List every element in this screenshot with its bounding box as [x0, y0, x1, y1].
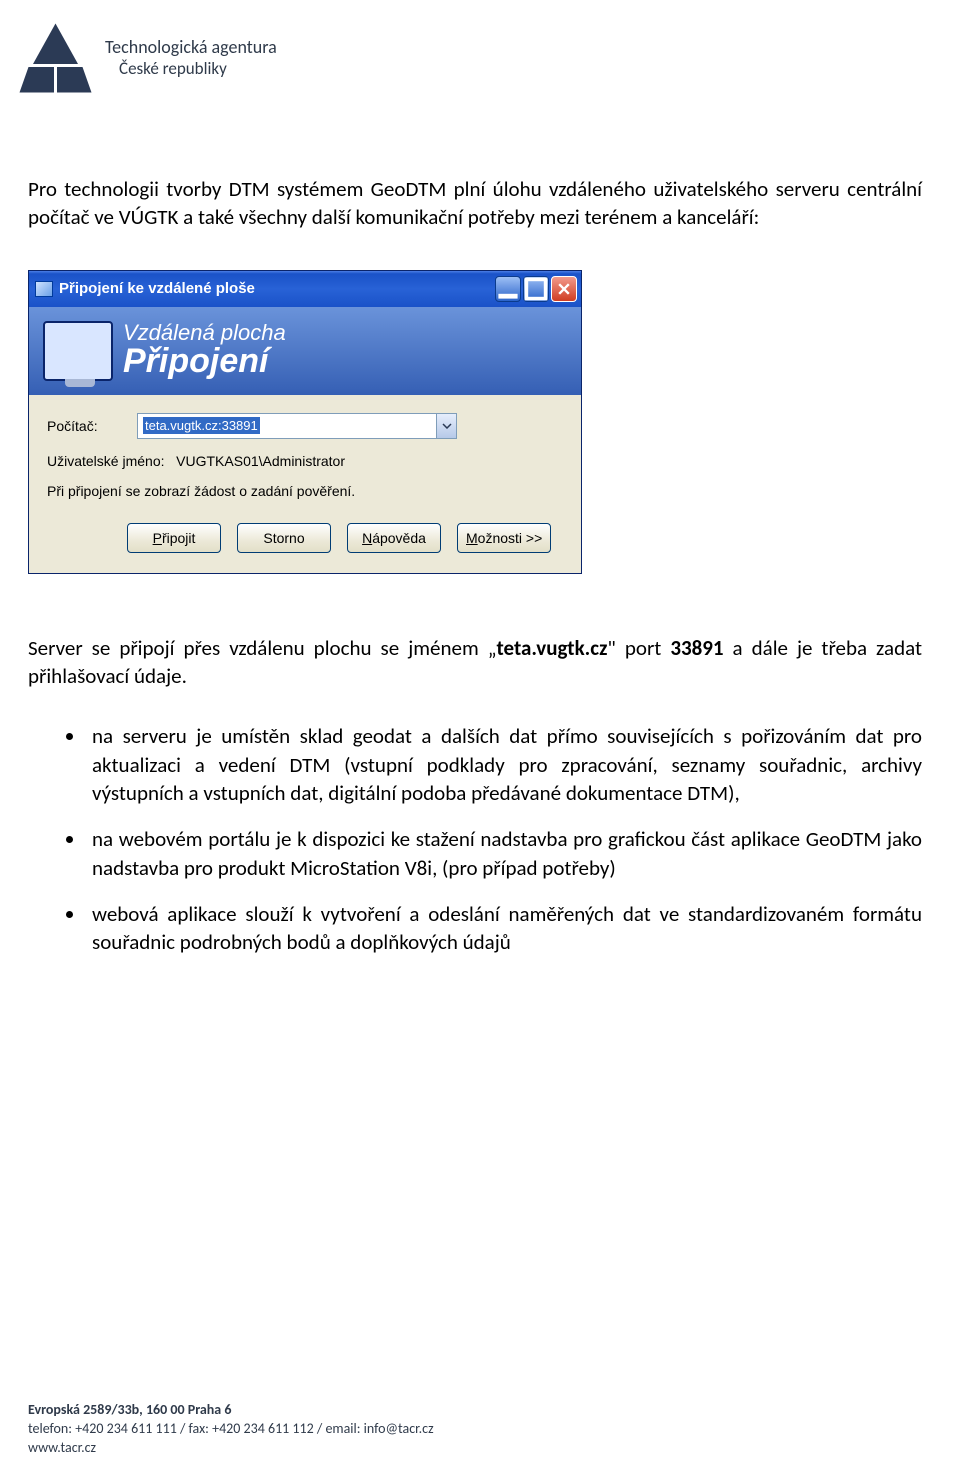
logo-line1: Technologická agentura — [105, 37, 277, 59]
options-button[interactable]: Možnosti >> — [457, 523, 551, 553]
help-button[interactable]: Nápověda — [347, 523, 441, 553]
bullet-list: na serveru je umístěn sklad geodat a dal… — [28, 722, 922, 956]
footer-web: www.tacr.cz — [28, 1439, 434, 1458]
close-button[interactable] — [551, 276, 577, 302]
monitor-icon — [43, 321, 113, 381]
rdp-dialog: Připojení ke vzdálené ploše Vzdálená plo… — [28, 270, 582, 574]
logo-text: Technologická agentura České republiky — [105, 37, 277, 79]
chevron-down-icon[interactable] — [436, 414, 456, 438]
options-label-rest: ožnosti >> — [478, 530, 543, 546]
banner-line2: Připojení — [123, 344, 286, 380]
credentials-note: Při připojení se zobrazí žádost o zadání… — [47, 483, 563, 499]
username-line: Uživatelské jméno: VUGTKAS01\Administrat… — [47, 453, 563, 469]
bullet-item: na serveru je umístěn sklad geodat a dal… — [86, 722, 922, 807]
connect-label-rest: řipojit — [162, 530, 195, 546]
server-connect-paragraph: Server se připojí přes vzdálenu plochu s… — [28, 634, 922, 691]
connect-button[interactable]: Připojit — [127, 523, 221, 553]
logo-icon — [18, 18, 93, 98]
banner-line1: Vzdálená plocha — [123, 321, 286, 344]
rdp-titlebar: Připojení ke vzdálené ploše — [29, 271, 581, 307]
maximize-button[interactable] — [523, 276, 549, 302]
computer-combobox[interactable]: teta.vugtk.cz:33891 — [137, 413, 457, 439]
minimize-button[interactable] — [495, 276, 521, 302]
rdp-app-icon — [35, 281, 53, 297]
computer-input-value: teta.vugtk.cz:33891 — [143, 417, 260, 434]
intro-paragraph: Pro technologii tvorby DTM systémem GeoD… — [28, 175, 922, 232]
bullet-item: webová aplikace slouží k vytvoření a ode… — [86, 900, 922, 957]
rdp-title: Připojení ke vzdálené ploše — [59, 280, 495, 297]
page-header: Technologická agentura České republiky — [18, 18, 277, 98]
help-label-rest: ápověda — [372, 530, 426, 546]
page-footer: Evropská 2589/33b, 160 00 Praha 6 telefo… — [28, 1401, 434, 1458]
footer-contact: telefon: +420 234 611 111 / fax: +420 23… — [28, 1420, 434, 1439]
username-value: VUGTKAS01\Administrator — [176, 453, 345, 469]
logo-line2: České republiky — [119, 59, 277, 79]
label-computer: Počítač: — [47, 418, 137, 434]
cancel-button[interactable]: Storno — [237, 523, 331, 553]
rdp-banner: Vzdálená plocha Připojení — [29, 307, 581, 395]
footer-address: Evropská 2589/33b, 160 00 Praha 6 — [28, 1401, 434, 1420]
bullet-item: na webovém portálu je k dispozici ke sta… — [86, 825, 922, 882]
username-label: Uživatelské jméno: — [47, 453, 165, 469]
